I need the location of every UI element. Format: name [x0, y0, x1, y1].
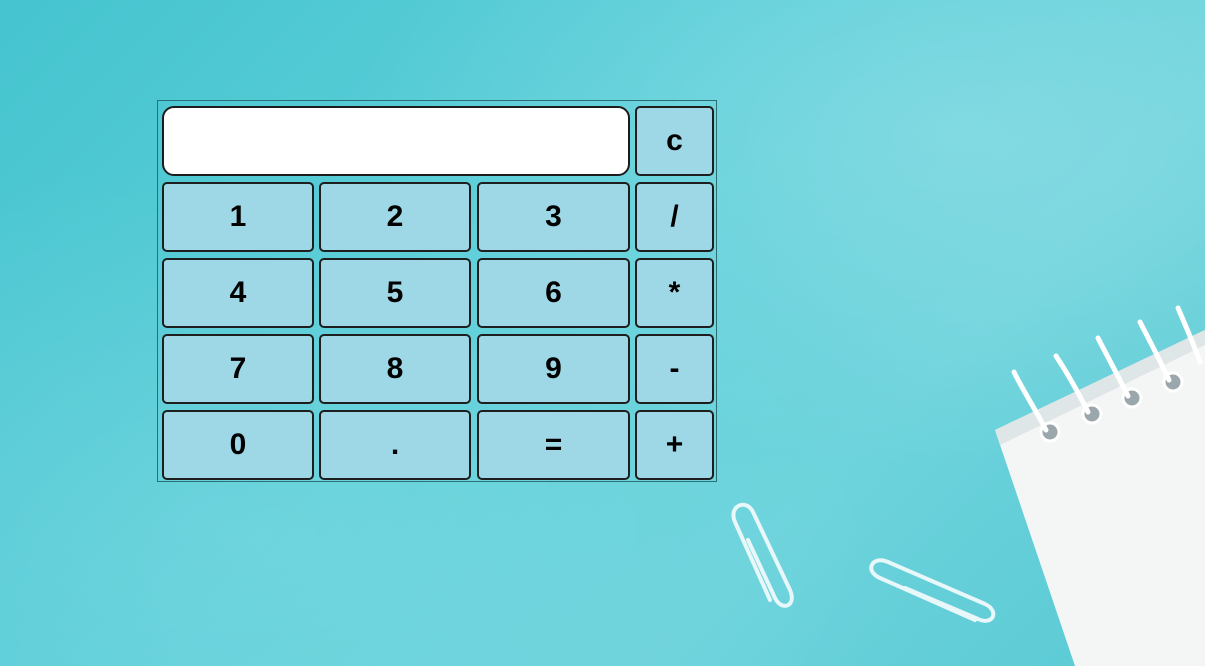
key-1-button[interactable]: 1 [162, 182, 314, 252]
paperclip-icon [731, 502, 794, 608]
display-input[interactable] [162, 106, 630, 176]
equals-button[interactable]: = [477, 410, 630, 480]
key-2-button[interactable]: 2 [319, 182, 471, 252]
key-0-button[interactable]: 0 [162, 410, 314, 480]
multiply-button[interactable]: * [635, 258, 714, 328]
calculator: c 1 2 3 / 4 5 6 * 7 8 9 - 0 . = + [157, 100, 717, 482]
paperclip-icon [869, 558, 996, 623]
key-5-button[interactable]: 5 [319, 258, 471, 328]
key-4-button[interactable]: 4 [162, 258, 314, 328]
key-7-button[interactable]: 7 [162, 334, 314, 404]
key-9-button[interactable]: 9 [477, 334, 630, 404]
key-8-button[interactable]: 8 [319, 334, 471, 404]
add-button[interactable]: + [635, 410, 714, 480]
clear-button[interactable]: c [635, 106, 714, 176]
decimal-button[interactable]: . [319, 410, 471, 480]
key-3-button[interactable]: 3 [477, 182, 630, 252]
subtract-button[interactable]: - [635, 334, 714, 404]
divide-button[interactable]: / [635, 182, 714, 252]
key-6-button[interactable]: 6 [477, 258, 630, 328]
spiral-notepad-icon [995, 305, 1205, 666]
